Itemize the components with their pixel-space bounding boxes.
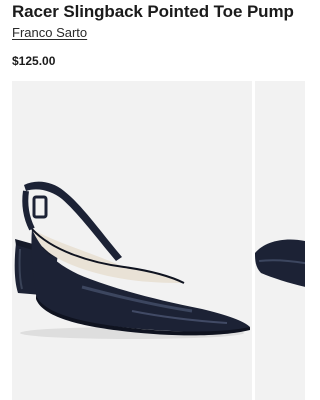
shoe-image	[14, 181, 251, 339]
image-carousel[interactable]	[0, 81, 305, 400]
product-image-main[interactable]	[12, 81, 252, 400]
product-page: Racer Slingback Pointed Toe Pump Franco …	[0, 0, 305, 400]
strap-buckle	[32, 195, 48, 219]
product-image-next[interactable]	[255, 81, 305, 400]
product-price: $125.00	[12, 54, 56, 68]
product-title: Racer Slingback Pointed Toe Pump	[12, 2, 294, 21]
brand-link[interactable]: Franco Sarto	[12, 25, 87, 40]
shoe-image-next	[255, 239, 305, 287]
heel-counter	[22, 190, 35, 231]
next-shoe-toe	[255, 239, 305, 287]
